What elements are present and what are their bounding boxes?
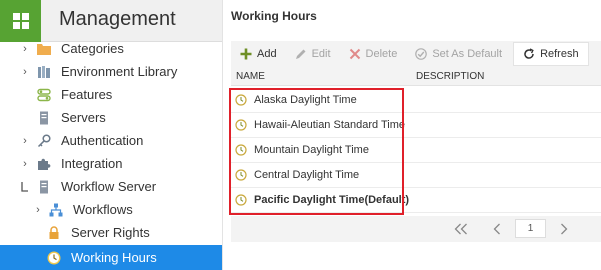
row-name: Mountain Daylight Time: [254, 144, 369, 156]
first-page-button[interactable]: [452, 220, 470, 238]
sidebar-item-categories[interactable]: › Categories: [0, 37, 222, 60]
add-button[interactable]: Add: [231, 41, 286, 67]
add-button-label: Add: [257, 48, 277, 60]
sidebar-item-label: Working Hours: [71, 250, 157, 265]
next-page-button[interactable]: [555, 220, 573, 238]
row-name: Pacific Daylight Time(Default): [254, 194, 410, 206]
set-as-default-button[interactable]: Set As Default: [406, 41, 511, 67]
clock-icon: [46, 250, 62, 266]
chevron-right-icon[interactable]: ›: [33, 203, 43, 217]
features-icon: [36, 87, 52, 103]
row-name: Hawaii-Aleutian Standard Time: [254, 119, 406, 131]
chevron-right-icon[interactable]: ›: [20, 42, 30, 56]
pencil-icon: [294, 47, 308, 61]
sidebar-item-environment-library[interactable]: › Environment Library: [0, 60, 222, 83]
delete-button[interactable]: Delete: [340, 41, 407, 67]
clock-icon: [235, 144, 247, 156]
server-icon: [36, 110, 52, 126]
clock-icon: [235, 94, 247, 106]
sidebar-item-working-hours[interactable]: Working Hours: [0, 245, 222, 270]
sidebar-item-label: Servers: [61, 110, 106, 125]
sidebar-item-workflow-server[interactable]: Workflow Server: [0, 175, 222, 198]
edit-button-label: Edit: [311, 48, 331, 60]
set-as-default-button-label: Set As Default: [432, 48, 503, 60]
chevron-right-icon[interactable]: ›: [20, 157, 30, 171]
edit-button[interactable]: Edit: [286, 41, 340, 67]
prev-page-button[interactable]: [488, 220, 506, 238]
sidebar-item-authentication[interactable]: › Authentication: [0, 129, 222, 152]
row-name: Alaska Daylight Time: [254, 94, 357, 106]
app-grid-icon[interactable]: [0, 0, 41, 42]
sidebar-item-label: Authentication: [61, 133, 144, 148]
grid-header: NAME DESCRIPTION: [231, 67, 601, 86]
page-number-input[interactable]: [515, 219, 546, 238]
table-row[interactable]: Hawaii-Aleutian Standard Time: [231, 113, 601, 138]
sidebar-item-features[interactable]: Features: [0, 83, 222, 106]
row-name: Central Daylight Time: [254, 169, 360, 181]
main-content: Working Hours Add Edit Delete Set As Def…: [224, 0, 601, 270]
chevron-right-icon[interactable]: ›: [20, 65, 30, 79]
chevron-right-icon[interactable]: ›: [20, 134, 30, 148]
toolbar: Add Edit Delete Set As Default Refresh: [231, 41, 601, 67]
key-icon: [36, 133, 52, 149]
pager: [231, 216, 601, 242]
refresh-button-label: Refresh: [540, 48, 579, 60]
column-header-description[interactable]: DESCRIPTION: [416, 71, 484, 82]
sidebar-item-server-rights[interactable]: Server Rights: [0, 221, 222, 244]
sidebar-header: Management: [0, 0, 222, 42]
sidebar-item-label: Features: [61, 87, 113, 102]
refresh-icon: [522, 47, 536, 61]
lock-icon: [46, 225, 62, 241]
sidebar-item-label: Workflows: [73, 202, 133, 217]
sidebar-item-label: Server Rights: [71, 225, 150, 240]
delete-button-label: Delete: [365, 48, 398, 60]
puzzle-icon: [36, 156, 52, 172]
sidebar-item-workflows[interactable]: › Workflows: [0, 198, 222, 221]
collapse-icon[interactable]: [20, 180, 30, 194]
table-row[interactable]: Central Daylight Time: [231, 163, 601, 188]
sidebar-item-label: Environment Library: [61, 64, 178, 79]
folder-icon: [36, 41, 52, 57]
workflow-icon: [48, 202, 64, 218]
refresh-button[interactable]: Refresh: [513, 42, 589, 66]
check-badge-icon: [414, 47, 428, 61]
plus-icon: [239, 47, 253, 61]
sidebar-item-label: Integration: [61, 156, 123, 171]
table-row[interactable]: Mountain Daylight Time: [231, 138, 601, 163]
app-title: Management: [59, 8, 176, 30]
table-row-default[interactable]: Pacific Daylight Time(Default): [231, 188, 601, 213]
column-header-name[interactable]: NAME: [236, 71, 265, 82]
clock-icon: [235, 119, 247, 131]
sidebar-item-label: Categories: [61, 41, 124, 56]
page-title: Working Hours: [231, 9, 317, 23]
sidebar-item-integration[interactable]: › Integration: [0, 152, 222, 175]
clock-icon: [235, 169, 247, 181]
close-icon: [348, 47, 362, 61]
table-row[interactable]: Alaska Daylight Time: [231, 88, 601, 113]
clock-icon: [235, 194, 247, 206]
workflow-server-icon: [36, 179, 52, 195]
library-icon: [36, 64, 52, 80]
sidebar-item-servers[interactable]: Servers: [0, 106, 222, 129]
sidebar: Management › Categories › Environment Li…: [0, 0, 223, 270]
sidebar-item-label: Workflow Server: [61, 179, 157, 194]
